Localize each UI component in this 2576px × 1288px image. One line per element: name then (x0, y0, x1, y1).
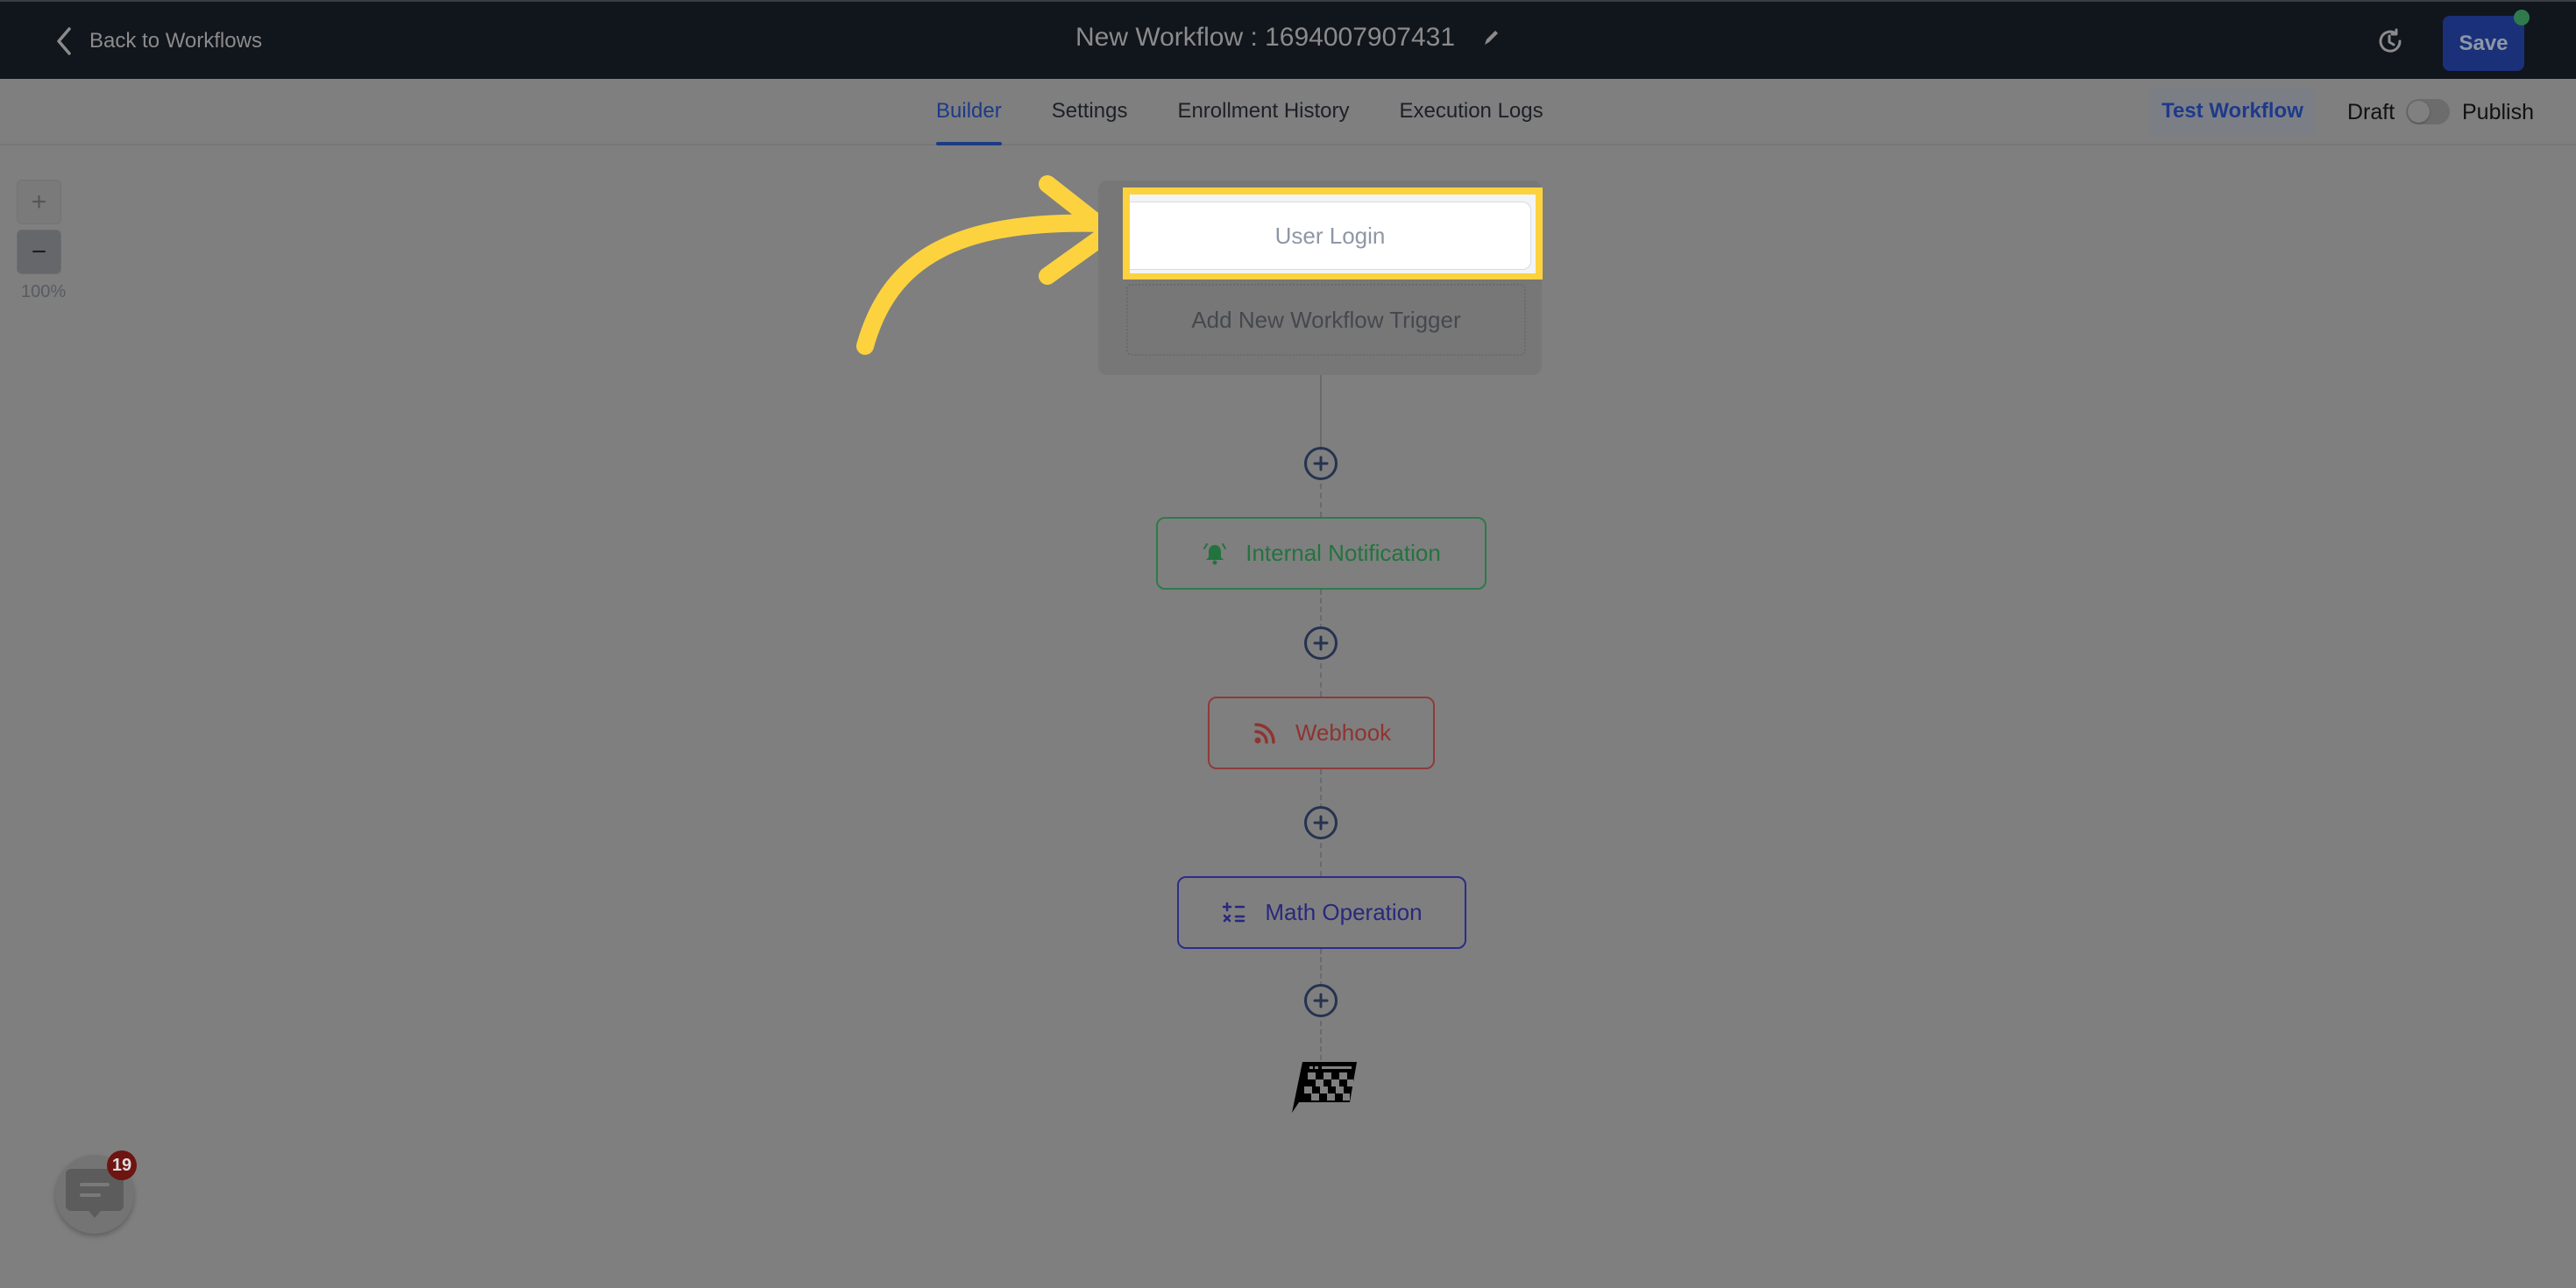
plus-icon (1313, 815, 1329, 831)
tab-builder[interactable]: Builder (936, 79, 1002, 145)
action-webhook[interactable]: Webhook (1208, 697, 1435, 769)
math-operators-icon (1223, 902, 1245, 922)
zoom-in-button[interactable]: + (17, 180, 61, 224)
connector (1320, 590, 1322, 629)
history-clock-icon[interactable] (2375, 26, 2405, 56)
publish-label: Publish (2462, 100, 2534, 124)
tabs: Builder Settings Enrollment History Exec… (936, 79, 1543, 145)
notification-count-badge: 19 (107, 1150, 137, 1180)
plus-icon (1313, 456, 1329, 471)
plus-icon (1313, 635, 1329, 651)
tab-enrollment-history[interactable]: Enrollment History (1177, 79, 1349, 145)
connector (1320, 769, 1322, 809)
connector (1320, 949, 1322, 987)
action-label: Math Operation (1265, 899, 1423, 925)
save-button[interactable]: Save (2443, 16, 2524, 71)
add-action-button[interactable] (1304, 626, 1338, 660)
unsaved-status-dot (2514, 10, 2530, 25)
test-workflow-button[interactable]: Test Workflow (2149, 87, 2316, 136)
tab-settings[interactable]: Settings (1052, 79, 1128, 145)
action-label: Webhook (1295, 719, 1392, 746)
publish-toggle[interactable] (2406, 99, 2450, 124)
add-action-button[interactable] (1304, 447, 1338, 480)
plus-icon (1313, 993, 1329, 1008)
rss-icon (1254, 722, 1275, 744)
workflow-title: New Workflow : 1694007907431 (1075, 23, 1456, 52)
connector (1320, 375, 1322, 450)
action-label: Internal Notification (1245, 540, 1441, 566)
add-workflow-trigger-button[interactable]: Add New Workflow Trigger (1126, 284, 1526, 356)
tab-bar: Builder Settings Enrollment History Exec… (0, 79, 2576, 145)
tab-execution-logs[interactable]: Execution Logs (1400, 79, 1543, 145)
trigger-card: User Login (1130, 195, 1536, 273)
zoom-level: 100% (21, 282, 67, 301)
zoom-out-button[interactable]: − (17, 230, 61, 274)
toggle-knob (2408, 101, 2430, 123)
add-action-button[interactable] (1304, 984, 1338, 1017)
checkered-flag-icon (1292, 1062, 1357, 1113)
top-bar: Back to Workflows New Workflow : 1694007… (0, 0, 2576, 79)
pencil-icon[interactable] (1481, 28, 1501, 47)
workflow-title-area: New Workflow : 1694007907431 (0, 23, 2576, 53)
action-math-operation[interactable]: Math Operation (1177, 876, 1466, 949)
connector (1320, 1021, 1322, 1060)
trigger-user-login[interactable]: User Login (1130, 202, 1531, 270)
action-internal-notification[interactable]: Internal Notification (1156, 517, 1487, 590)
draft-label: Draft (2347, 100, 2395, 124)
add-action-button[interactable] (1304, 806, 1338, 839)
annotation-arrow-icon (856, 175, 1118, 355)
connector (1320, 663, 1322, 697)
connector (1320, 484, 1322, 517)
bell-icon (1203, 542, 1227, 564)
connector (1320, 843, 1322, 876)
